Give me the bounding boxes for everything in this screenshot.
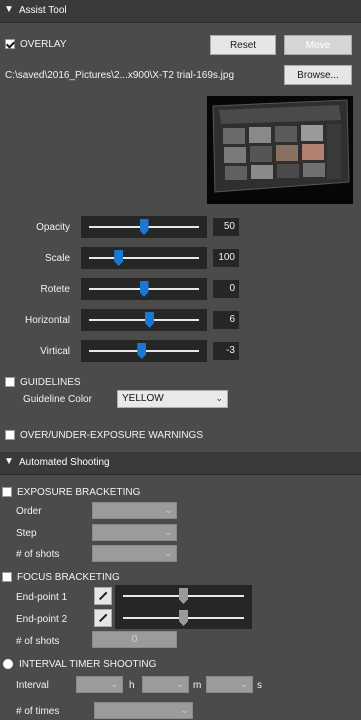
exposure-warnings-label: OVER/UNDER-EXPOSURE WARNINGS [20, 430, 203, 441]
exposure-warnings-checkbox[interactable] [5, 430, 15, 440]
order-label: Order [16, 506, 42, 517]
exposure-shots-select[interactable]: ⌄ [92, 545, 177, 562]
focus-bracketing-checkbox[interactable] [2, 572, 12, 582]
slider-label: Rotete [40, 284, 70, 295]
guideline-color-value: YELLOW [122, 393, 164, 404]
slider-thumb[interactable] [145, 312, 154, 328]
automated-shooting-title: Automated Shooting [19, 457, 110, 468]
browse-button[interactable]: Browse... [284, 65, 352, 85]
overlay-preview-image [207, 96, 353, 204]
adjustment-slider[interactable] [81, 309, 207, 331]
endpoint1-slider[interactable] [115, 585, 252, 607]
interval-label: Interval [16, 680, 49, 691]
endpoint1-label: End-point 1 [16, 592, 68, 603]
assist-tool-header[interactable]: ▼ Assist Tool [0, 0, 361, 23]
slider-thumb[interactable] [114, 250, 124, 266]
automated-shooting-header[interactable]: ▼ Automated Shooting [0, 452, 361, 475]
interval-hours-select[interactable]: ⌄ [76, 676, 123, 693]
focus-shots-field[interactable]: 0 [92, 631, 177, 648]
chevron-down-icon: ⌄ [240, 679, 248, 689]
slider-thumb[interactable] [179, 588, 188, 604]
slider-value[interactable]: 100 [213, 249, 239, 267]
slider-label: Opacity [36, 222, 70, 233]
move-button[interactable]: Move [284, 35, 352, 55]
adjustment-slider[interactable] [81, 216, 207, 238]
slider-thumb[interactable] [139, 281, 149, 297]
hours-unit-label: h [129, 680, 135, 691]
exposure-bracketing-label: EXPOSURE BRACKETING [17, 487, 141, 498]
overlay-checkbox[interactable] [5, 39, 15, 49]
step-label: Step [16, 528, 37, 539]
focus-bracketing-label: FOCUS BRACKETING [17, 572, 120, 583]
interval-seconds-select[interactable]: ⌄ [206, 676, 253, 693]
interval-timer-radio[interactable] [3, 659, 13, 669]
slider-value[interactable]: -3 [213, 342, 239, 360]
endpoint1-edit-icon[interactable] [94, 587, 112, 605]
slider-thumb[interactable] [137, 343, 147, 359]
slider-label: Horizontal [24, 315, 70, 326]
preview-artwork [207, 96, 353, 204]
overlay-file-path: C:\saved\2016_Pictures\2...x900\X-T2 tri… [5, 70, 235, 81]
reset-button[interactable]: Reset [210, 35, 276, 55]
guideline-color-label: Guideline Color [23, 394, 92, 405]
guideline-color-select[interactable]: YELLOW ⌄ [117, 390, 228, 408]
adjustment-slider[interactable] [81, 278, 207, 300]
chevron-down-icon: ⌄ [176, 679, 184, 689]
overlay-label: OVERLAY [20, 39, 67, 50]
slider-track [89, 257, 199, 259]
chevron-down-icon: ⌄ [215, 393, 223, 403]
slider-label: Virtical [40, 346, 70, 357]
collapse-arrow-icon[interactable]: ▼ [4, 456, 14, 467]
seconds-unit-label: s [257, 680, 262, 691]
exposure-shots-label: # of shots [16, 549, 60, 560]
chevron-down-icon: ⌄ [164, 505, 172, 515]
interval-timer-label: INTERVAL TIMER SHOOTING [19, 659, 157, 670]
endpoint2-label: End-point 2 [16, 614, 68, 625]
chevron-down-icon: ⌄ [110, 679, 118, 689]
endpoint2-edit-icon[interactable] [94, 609, 112, 627]
slider-value[interactable]: 50 [213, 218, 239, 236]
exposure-bracketing-checkbox[interactable] [2, 487, 12, 497]
guidelines-label: GUIDELINES [20, 377, 81, 388]
order-select[interactable]: ⌄ [92, 502, 177, 519]
assist-tool-title: Assist Tool [19, 5, 67, 16]
guidelines-checkbox[interactable] [5, 377, 15, 387]
adjustment-slider[interactable] [81, 247, 207, 269]
slider-track [89, 319, 199, 321]
minutes-unit-label: m [193, 680, 202, 691]
focus-shots-value: 0 [131, 634, 138, 645]
chevron-down-icon: ⌄ [164, 548, 172, 558]
adjustment-slider[interactable] [81, 340, 207, 362]
step-select[interactable]: ⌄ [92, 524, 177, 541]
focus-shots-label: # of shots [16, 636, 60, 647]
interval-minutes-select[interactable]: ⌄ [142, 676, 189, 693]
times-select[interactable]: ⌄ [94, 702, 193, 719]
times-label: # of times [16, 706, 60, 717]
chevron-down-icon: ⌄ [180, 705, 188, 715]
collapse-arrow-icon[interactable]: ▼ [4, 4, 14, 15]
slider-value[interactable]: 0 [213, 280, 239, 298]
slider-thumb[interactable] [139, 219, 149, 235]
slider-thumb[interactable] [179, 610, 188, 626]
slider-label: Scale [44, 253, 70, 264]
endpoint2-slider[interactable] [115, 607, 252, 629]
slider-value[interactable]: 6 [213, 311, 239, 329]
chevron-down-icon: ⌄ [164, 527, 172, 537]
